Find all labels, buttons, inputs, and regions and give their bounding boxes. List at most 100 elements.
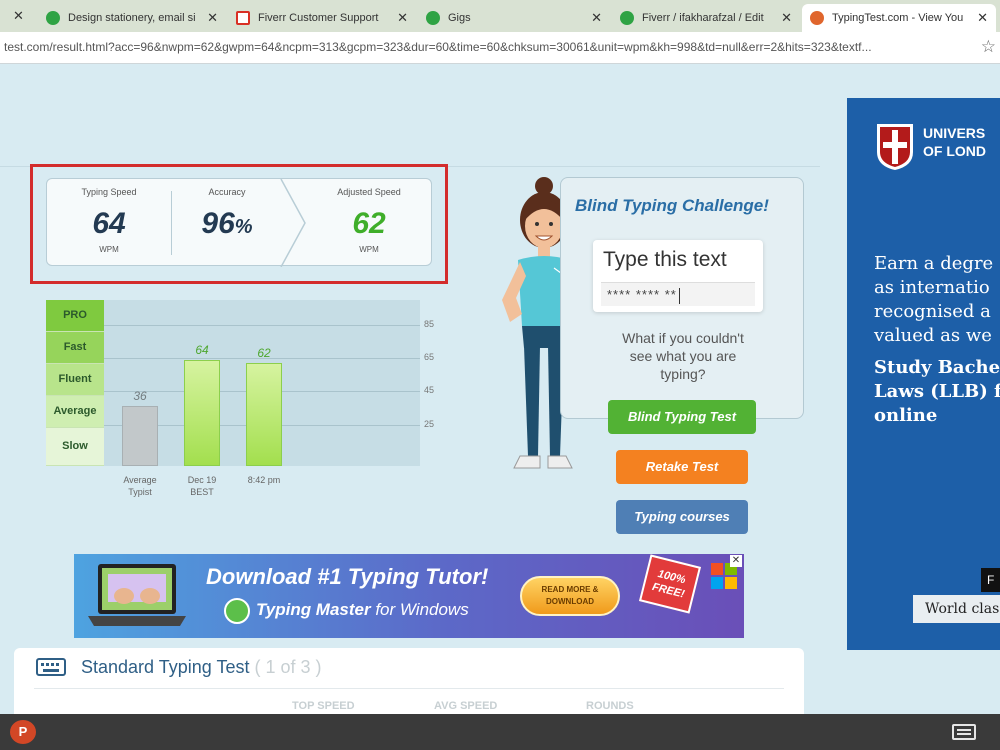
ad-headline-line: Laws (LLB) f [874, 381, 1000, 402]
x-tick-label: Dec 19 BEST [172, 474, 232, 498]
chart-bar [184, 359, 220, 466]
university-name-line2: OF LOND [923, 143, 986, 159]
university-crest-icon [877, 124, 913, 170]
top-speed-header: TOP SPEED [292, 700, 355, 712]
url-text[interactable]: test.com/result.html?acc=96&nwpm=62&gwpm… [4, 40, 974, 54]
read-more-download-button[interactable]: READ MORE & DOWNLOAD [520, 576, 620, 616]
ad-headline-line: Study Bache [874, 357, 1000, 378]
ad-text-line: valued as we [874, 325, 992, 346]
university-side-ad[interactable]: UNIVERS OF LOND Earn a degre as internati… [847, 98, 1000, 650]
close-tab-icon[interactable]: ✕ [13, 8, 24, 24]
x-tick-label-line: Dec 19 [187, 475, 217, 485]
free-badge: 100% FREE! [638, 554, 702, 614]
ad-mini-badge: F [981, 568, 1000, 592]
fiverr-favicon-icon [46, 11, 60, 25]
close-tab-icon[interactable]: ✕ [977, 10, 988, 26]
tab-gigs[interactable]: Gigs ✕ [418, 4, 610, 32]
close-tab-icon[interactable]: ✕ [781, 10, 792, 26]
taskbar: P [0, 714, 1000, 750]
text-cursor [678, 287, 680, 304]
tab-title: Fiverr / ifakharafzal / Edit [642, 12, 764, 24]
tab-title: Gigs [448, 12, 471, 24]
tab-fiverr-edit[interactable]: Fiverr / ifakharafzal / Edit ✕ [612, 4, 800, 32]
round-counter: ( 1 of 3 ) [254, 657, 322, 677]
y-tick-label: 25 [424, 418, 435, 429]
laptop-hands-image [88, 564, 186, 626]
ad-text-line: recognised a [874, 301, 991, 322]
typingtest-favicon-icon [810, 11, 824, 25]
tab-strip: ✕ Design stationery, email si ✕ Fiverr C… [0, 0, 1000, 32]
x-tick-label: 8:42 pm [234, 474, 294, 486]
y-tick-label: 85 [424, 318, 435, 329]
blind-typing-card: Blind Typing Challenge! Type this text *… [560, 177, 804, 419]
type-preview-box: Type this text **** **** ** [593, 240, 763, 312]
speed-chart: PRO Fast Fluent Average Slow 25 45 65 85 36 A… [46, 300, 446, 510]
scale-band-slow: Slow [46, 428, 104, 466]
standard-test-title: Standard Typing Test ( 1 of 3 ) [81, 657, 322, 678]
masked-input-preview: **** **** ** [601, 282, 755, 306]
tab-title: Fiverr Customer Support [258, 12, 379, 24]
ad-headline-line: online [874, 405, 938, 426]
ad-close-icon[interactable]: ✕ [730, 555, 742, 567]
tab-title: Design stationery, email si [68, 12, 196, 24]
gridline [104, 324, 420, 326]
bar-data-label: 62 [257, 346, 271, 361]
y-tick-label: 65 [424, 352, 435, 363]
star-icon[interactable]: ☆ [981, 37, 996, 57]
bar-data-label: 64 [195, 342, 209, 357]
retake-test-button[interactable]: Retake Test [616, 450, 748, 484]
tab-fiverr-support[interactable]: Fiverr Customer Support ✕ [228, 4, 416, 32]
keyboard-icon [36, 658, 66, 676]
typing-courses-button[interactable]: Typing courses [616, 500, 748, 534]
type-prompt-text: Type this text [603, 248, 727, 271]
scale-band-pro: PRO [46, 300, 104, 332]
chart-bar [122, 406, 158, 466]
x-tick-label: Average Typist [110, 474, 170, 498]
tab-title: TypingTest.com - View You [832, 12, 964, 24]
typing-master-logo-icon [224, 598, 250, 624]
close-tab-icon[interactable]: ✕ [207, 10, 218, 26]
close-tab-icon[interactable]: ✕ [397, 10, 408, 26]
page-content: Typing Speed 64 WPM Accuracy 96% Adjuste… [0, 64, 1000, 714]
tab-typingtest[interactable]: TypingTest.com - View You ✕ [802, 4, 996, 32]
close-tab-icon[interactable]: ✕ [591, 10, 602, 26]
scale-band-average: Average [46, 396, 104, 428]
rounds-header: ROUNDS [586, 700, 634, 712]
ad-headline: Study Bache Laws (LLB) f online [874, 356, 1000, 428]
university-name: UNIVERS OF LOND [923, 124, 986, 160]
blind-typing-title: Blind Typing Challenge! [575, 196, 769, 215]
chart-bar [246, 363, 282, 466]
gmail-favicon-icon [236, 11, 250, 25]
avg-speed-header: AVG SPEED [434, 700, 498, 712]
university-name-line1: UNIVERS [923, 125, 986, 141]
x-tick-label-line: Average [123, 475, 157, 485]
ad-tagline-button[interactable]: World clas [913, 595, 1000, 623]
banner-brand: Typing Master [256, 600, 371, 619]
x-tick-label-line: 8:42 pm [247, 475, 281, 485]
bar-data-label: 36 [133, 389, 147, 404]
banner-platform: for Windows [370, 600, 469, 619]
x-tick-label-line: BEST [190, 487, 214, 497]
powerpoint-icon[interactable]: P [10, 720, 36, 744]
keyboard-icon[interactable] [952, 724, 976, 740]
blind-typing-test-button[interactable]: Blind Typing Test [608, 400, 756, 434]
masked-text: **** **** ** [607, 287, 677, 302]
fiverr-favicon-icon [620, 11, 634, 25]
address-bar[interactable]: test.com/result.html?acc=96&nwpm=62&gwpm… [0, 32, 1000, 64]
scale-band-fast: Fast [46, 332, 104, 364]
divider [34, 688, 784, 689]
y-tick-label: 45 [424, 385, 435, 396]
scale-band-fluent: Fluent [46, 364, 104, 396]
banner-title: Download #1 Typing Tutor! [206, 564, 489, 589]
tab-design-stationery[interactable]: Design stationery, email si ✕ [38, 4, 226, 32]
banner-subtitle: Typing Master for Windows [256, 600, 469, 620]
standard-test-card: Standard Typing Test ( 1 of 3 ) TOP SPEE… [14, 648, 804, 714]
standard-test-label: Standard Typing Test [81, 657, 250, 677]
typing-master-banner-ad[interactable]: Download #1 Typing Tutor! Typing Master … [74, 554, 744, 638]
x-tick-label-line: Typist [128, 487, 152, 497]
highlight-box [30, 164, 448, 284]
ad-body-text: Earn a degre as internatio recognised a … [874, 252, 993, 348]
ad-text-line: as internatio [874, 277, 990, 298]
blind-question-text: What if you couldn't see what you are ty… [622, 330, 744, 382]
ad-text-line: Earn a degre [874, 253, 994, 274]
